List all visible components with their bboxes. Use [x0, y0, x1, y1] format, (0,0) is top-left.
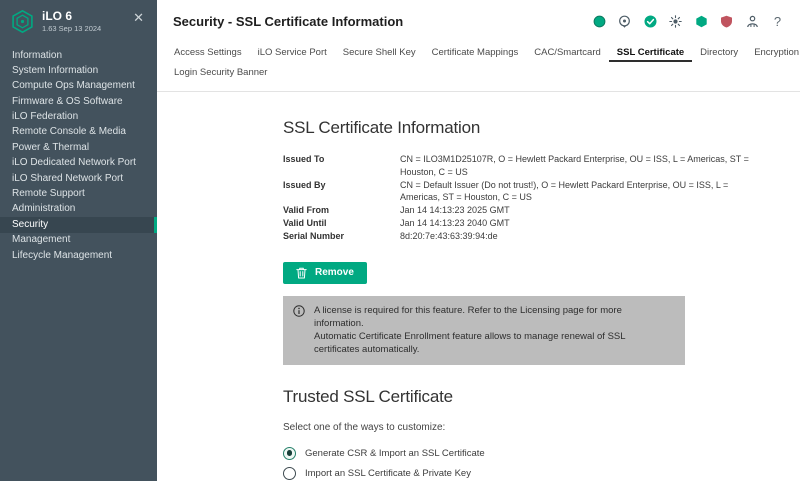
sidebar-item-security[interactable]: Security	[0, 217, 157, 233]
license-notice-banner: A license is required for this feature. …	[283, 295, 685, 365]
radio-button[interactable]	[283, 466, 296, 480]
radio-import-certificate[interactable]: Import an SSL Certificate & Private Key	[283, 466, 760, 480]
sidebar-item-compute-ops-management[interactable]: Compute Ops Management	[0, 79, 157, 94]
field-row-valid-from: Valid From Jan 14 14:13:23 2025 GMT	[283, 204, 760, 217]
field-row-issued-by: Issued By CN = Default Issuer (Do not tr…	[283, 179, 760, 205]
sidebar: iLO 6 1.63 Sep 13 2024 ✕ Information Sys…	[0, 0, 157, 481]
tab-secure-shell-key[interactable]: Secure Shell Key	[335, 42, 424, 62]
section-title-ssl-certificate-information: SSL Certificate Information	[283, 118, 481, 137]
sidebar-item-administration[interactable]: Administration	[0, 202, 157, 217]
uid-light-icon[interactable]	[618, 15, 631, 28]
field-label: Serial Number	[283, 230, 345, 241]
field-label: Issued By	[283, 179, 326, 190]
hpe-hexagon-icon[interactable]	[695, 15, 708, 28]
sidebar-item-remote-support[interactable]: Remote Support	[0, 187, 157, 202]
sidebar-item-ilo-dedicated-network-port[interactable]: iLO Dedicated Network Port	[0, 156, 157, 171]
sidebar-item-information[interactable]: Information	[0, 48, 157, 63]
trash-icon	[296, 267, 307, 279]
radio-label: Import an SSL Certificate & Private Key	[305, 467, 471, 479]
remove-button[interactable]: Remove	[283, 261, 367, 284]
certificate-fields: Issued To CN = ILO3M1D25107R, O = Hewlet…	[283, 153, 760, 243]
main-area: Security - SSL Certificate Information ?…	[157, 0, 800, 481]
sidebar-nav: Information System Information Compute O…	[0, 48, 157, 263]
field-value: CN = ILO3M1D25107R, O = Hewlett Packard …	[400, 154, 749, 177]
app-title: iLO 6	[42, 9, 73, 23]
ilo-app-window: iLO 6 1.63 Sep 13 2024 ✕ Information Sys…	[0, 0, 800, 481]
help-icon[interactable]: ?	[771, 14, 784, 29]
power-sun-icon[interactable]	[669, 14, 682, 28]
tab-login-security-banner[interactable]: Login Security Banner	[166, 62, 275, 82]
notice-line-1: A license is required for this feature. …	[314, 304, 622, 329]
tab-access-settings[interactable]: Access Settings	[166, 42, 250, 62]
field-value: CN = Default Issuer (Do not trust!), O =…	[400, 179, 729, 203]
tab-encryption[interactable]: Encryption	[746, 42, 800, 62]
field-label: Valid Until	[283, 217, 327, 228]
tab-row-1: Access Settings iLO Service Port Secure …	[166, 42, 800, 62]
radio-button-selected[interactable]	[283, 446, 296, 460]
field-row-issued-to: Issued To CN = ILO3M1D25107R, O = Hewlet…	[283, 153, 760, 179]
app-version: 1.63 Sep 13 2024	[42, 24, 102, 33]
customize-radio-group: Generate CSR & Import an SSL Certificate…	[283, 446, 760, 481]
sidebar-close-icon[interactable]: ✕	[133, 11, 144, 24]
app-identity: iLO 6 1.63 Sep 13 2024	[42, 9, 102, 34]
tab-cac-smartcard[interactable]: CAC/Smartcard	[526, 42, 609, 62]
user-icon[interactable]	[746, 15, 759, 28]
sidebar-item-firmware-os-software[interactable]: Firmware & OS Software	[0, 94, 157, 109]
sidebar-item-ilo-federation[interactable]: iLO Federation	[0, 110, 157, 125]
sidebar-item-management[interactable]: Management	[0, 233, 157, 248]
notice-text: A license is required for this feature. …	[314, 304, 673, 356]
tab-certificate-mappings[interactable]: Certificate Mappings	[424, 42, 527, 62]
sidebar-item-system-information[interactable]: System Information	[0, 63, 157, 78]
notice-line-2: Automatic Certificate Enrollment feature…	[314, 330, 626, 355]
tab-directory[interactable]: Directory	[692, 42, 746, 62]
tab-ilo-service-port[interactable]: iLO Service Port	[250, 42, 335, 62]
page-title: Security - SSL Certificate Information	[173, 13, 404, 29]
ilo-logo-icon	[10, 9, 35, 34]
field-value: Jan 14 14:13:23 2025 GMT	[400, 205, 510, 216]
security-shield-icon[interactable]	[720, 15, 733, 28]
sidebar-header: iLO 6 1.63 Sep 13 2024 ✕	[0, 0, 157, 40]
tab-bar: Access Settings iLO Service Port Secure …	[157, 42, 800, 92]
health-status-icon[interactable]	[593, 15, 606, 28]
content-area: SSL Certificate Information Issued To CN…	[157, 92, 800, 481]
top-header: Security - SSL Certificate Information ?	[157, 0, 800, 42]
radio-generate-csr[interactable]: Generate CSR & Import an SSL Certificate	[283, 446, 760, 460]
sidebar-item-remote-console-media[interactable]: Remote Console & Media	[0, 125, 157, 140]
health-ok-icon[interactable]	[644, 15, 657, 28]
field-label: Valid From	[283, 205, 330, 216]
field-row-valid-until: Valid Until Jan 14 14:13:23 2040 GMT	[283, 217, 760, 230]
sidebar-item-ilo-shared-network-port[interactable]: iLO Shared Network Port	[0, 171, 157, 186]
customize-prompt: Select one of the ways to customize:	[283, 421, 446, 433]
radio-label: Generate CSR & Import an SSL Certificate	[305, 447, 485, 459]
field-row-serial-number: Serial Number 8d:20:7e:43:63:39:94:de	[283, 230, 760, 243]
field-value: Jan 14 14:13:23 2040 GMT	[400, 217, 510, 228]
status-icon-bar: ?	[593, 14, 785, 29]
section-title-trusted-ssl-certificate: Trusted SSL Certificate	[283, 386, 453, 406]
info-icon	[293, 304, 305, 317]
tab-ssl-certificate[interactable]: SSL Certificate	[608, 42, 693, 62]
field-label: Issued To	[283, 154, 325, 164]
tab-row-2: Login Security Banner	[166, 62, 800, 82]
remove-button-label: Remove	[315, 267, 354, 279]
sidebar-item-lifecycle-management[interactable]: Lifecycle Management	[0, 248, 157, 263]
field-value: 8d:20:7e:43:63:39:94:de	[400, 230, 498, 241]
sidebar-item-power-thermal[interactable]: Power & Thermal	[0, 140, 157, 155]
